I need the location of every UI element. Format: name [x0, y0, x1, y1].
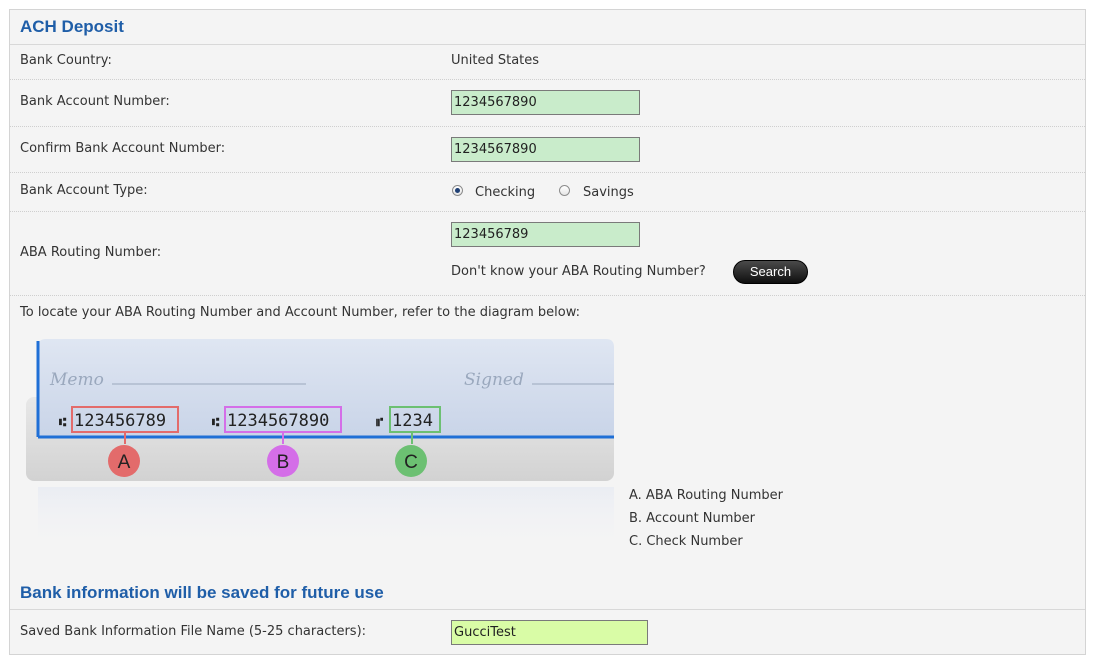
divider — [10, 126, 1085, 127]
aba-routing-number-label: ABA Routing Number: — [20, 245, 162, 260]
save-section-title: Bank information will be saved for futur… — [20, 583, 384, 602]
routing-help-text: Don't know your ABA Routing Number? — [451, 264, 706, 279]
confirm-bank-account-number-input[interactable] — [451, 137, 640, 162]
saved-file-name-label: Saved Bank Information File Name (5-25 c… — [20, 624, 367, 639]
divider — [10, 79, 1085, 80]
bank-account-number-label: Bank Account Number: — [20, 94, 170, 109]
marker-c-label: C — [404, 452, 418, 473]
micr-symbol-icon: ⑆ — [59, 415, 67, 429]
ach-deposit-title: ACH Deposit — [20, 17, 124, 36]
signed-text: Signed — [464, 370, 524, 390]
legend-item-routing: A. ABA Routing Number — [629, 488, 783, 503]
legend-item-account: B. Account Number — [629, 511, 756, 526]
ach-deposit-panel: ACH Deposit Bank Country: United States … — [9, 9, 1086, 655]
savings-radio[interactable] — [559, 185, 570, 196]
divider — [10, 44, 1085, 45]
bank-country-value: United States — [451, 53, 540, 68]
divider — [10, 295, 1085, 296]
diagram-intro-text: To locate your ABA Routing Number and Ac… — [20, 305, 581, 320]
micr-check-digits: 1234 — [392, 411, 433, 431]
bank-country-label: Bank Country: — [20, 53, 112, 68]
bank-account-number-input[interactable] — [451, 90, 640, 115]
savings-radio-label[interactable]: Savings — [583, 185, 634, 200]
confirm-bank-account-number-label: Confirm Bank Account Number: — [20, 141, 226, 156]
divider — [10, 609, 1085, 610]
micr-account-digits: 1234567890 — [227, 411, 329, 431]
marker-b-label: B — [277, 452, 290, 473]
checking-radio-label[interactable]: Checking — [475, 185, 535, 200]
saved-file-name-input[interactable] — [451, 620, 648, 645]
check-diagram: Memo Signed ⑆ 123456789 ⑆ 1234567890 ⑈ 1… — [26, 339, 614, 553]
legend-item-check: C. Check Number — [629, 534, 743, 549]
divider — [10, 211, 1085, 212]
checking-radio[interactable] — [452, 185, 463, 196]
check-reflection — [38, 487, 614, 553]
micr-symbol-icon: ⑈ — [376, 415, 384, 429]
memo-text: Memo — [49, 370, 104, 390]
divider — [10, 172, 1085, 173]
micr-routing-digits: 123456789 — [74, 411, 166, 431]
marker-a-label: A — [118, 452, 131, 473]
search-routing-button[interactable]: Search — [733, 260, 808, 284]
bank-account-type-label: Bank Account Type: — [20, 183, 148, 198]
micr-symbol-icon: ⑆ — [212, 415, 220, 429]
aba-routing-number-input[interactable] — [451, 222, 640, 247]
